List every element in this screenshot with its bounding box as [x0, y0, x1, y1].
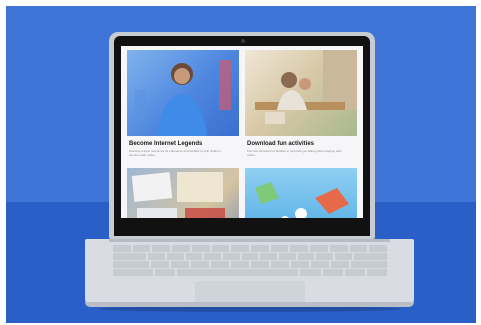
screen-bezel: Become Internet Legends Discover lesson … [114, 36, 370, 236]
card-description: Discover lesson resources for educators … [129, 149, 221, 157]
card-image-family [245, 50, 357, 136]
laptop-lid: Become Internet Legends Discover lesson … [109, 32, 375, 239]
card-title: Become Internet Legends [129, 141, 203, 147]
laptop-base [85, 239, 414, 307]
card-activity-sheets[interactable] [127, 168, 239, 218]
trackpad [195, 281, 305, 304]
webcam-icon [241, 39, 245, 43]
card-description: Fun free activities for families to help… [247, 149, 342, 157]
background-stage: Become Internet Legends Discover lesson … [6, 6, 476, 323]
card-internet-legends[interactable]: Become Internet Legends Discover lesson … [127, 50, 239, 178]
card-image-game [245, 168, 357, 218]
worksheets-illustration [131, 172, 225, 218]
card-image-presenter [127, 50, 239, 136]
card-title: Download fun activities [247, 141, 315, 147]
card-image-worksheets [127, 168, 239, 218]
keyboard [113, 245, 388, 278]
family-illustration [255, 50, 357, 124]
card-fun-activities[interactable]: Download fun activities Fun free activit… [245, 50, 357, 178]
presenter-illustration [135, 60, 231, 136]
laptop-hinge [109, 239, 390, 242]
card-interland-game[interactable] [245, 168, 357, 218]
laptop-screen: Become Internet Legends Discover lesson … [121, 46, 363, 218]
laptop-base-edge [85, 302, 414, 307]
game-illustration [255, 182, 349, 218]
